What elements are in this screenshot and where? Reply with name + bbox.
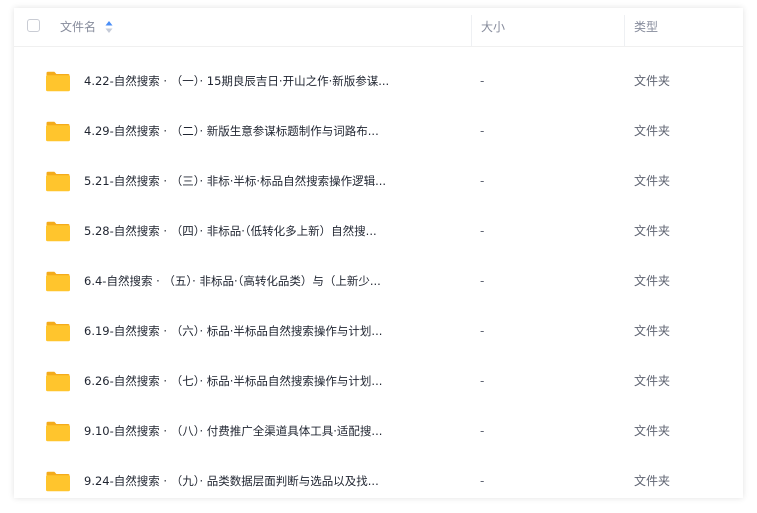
file-type: 文件夹 xyxy=(634,224,671,238)
file-size: - xyxy=(480,274,485,288)
file-row[interactable]: 5.21-自然搜索 · （三）· 非标·半标·标品自然搜索操作逻辑... - 文… xyxy=(14,156,743,206)
file-type: 文件夹 xyxy=(634,324,671,338)
file-type: 文件夹 xyxy=(634,424,671,438)
column-divider[interactable] xyxy=(471,15,472,46)
select-all-checkbox[interactable] xyxy=(27,19,40,32)
column-header-type[interactable]: 类型 xyxy=(634,8,658,46)
file-size: - xyxy=(480,324,485,338)
folder-icon xyxy=(46,371,70,392)
folder-icon xyxy=(46,271,70,292)
file-row[interactable]: 9.24-自然搜索 · （九）· 品类数据层面判断与选品以及找... - 文件夹 xyxy=(14,456,743,498)
file-name[interactable]: 9.10-自然搜索 · （八）· 付费推广全渠道具体工具·适配搜... xyxy=(84,406,382,456)
file-name[interactable]: 4.22-自然搜索 · （一）· 15期良辰吉日·开山之作·新版参谋... xyxy=(84,56,389,106)
file-type: 文件夹 xyxy=(634,74,671,88)
file-size: - xyxy=(480,124,485,138)
file-size: - xyxy=(480,374,485,388)
file-name[interactable]: 6.4-自然搜索 · （五）· 非标品·（高转化品类）与（上新少... xyxy=(84,256,381,306)
file-name[interactable]: 9.24-自然搜索 · （九）· 品类数据层面判断与选品以及找... xyxy=(84,456,379,498)
folder-icon xyxy=(46,421,70,442)
file-size: - xyxy=(480,474,485,488)
column-header-size[interactable]: 大小 xyxy=(481,8,505,46)
file-type: 文件夹 xyxy=(634,474,671,488)
folder-icon xyxy=(46,221,70,242)
file-size: - xyxy=(480,224,485,238)
file-type: 文件夹 xyxy=(634,174,671,188)
file-row[interactable]: 5.28-自然搜索 · （四）· 非标品·（低转化多上新）自然搜... - 文件… xyxy=(14,206,743,256)
file-size: - xyxy=(480,174,485,188)
file-type: 文件夹 xyxy=(634,124,671,138)
table-header: 文件名 大小 类型 xyxy=(14,8,743,47)
file-size: - xyxy=(480,424,485,438)
file-name[interactable]: 6.19-自然搜索 · （六）· 标品·半标品自然搜索操作与计划... xyxy=(84,306,382,356)
folder-icon xyxy=(46,321,70,342)
column-header-name[interactable]: 文件名 xyxy=(60,8,96,46)
file-name[interactable]: 6.26-自然搜索 · （七）· 标品·半标品自然搜索操作与计划... xyxy=(84,356,382,406)
file-type: 文件夹 xyxy=(634,374,671,388)
file-size: - xyxy=(480,74,485,88)
folder-icon xyxy=(46,471,70,492)
file-row[interactable]: 6.26-自然搜索 · （七）· 标品·半标品自然搜索操作与计划... - 文件… xyxy=(14,356,743,406)
file-name[interactable]: 5.28-自然搜索 · （四）· 非标品·（低转化多上新）自然搜... xyxy=(84,206,377,256)
file-row[interactable]: 9.10-自然搜索 · （八）· 付费推广全渠道具体工具·适配搜... - 文件… xyxy=(14,406,743,456)
folder-icon xyxy=(46,121,70,142)
sort-icon[interactable] xyxy=(105,20,113,34)
file-name[interactable]: 4.29-自然搜索 · （二）· 新版生意参谋标题制作与词路布... xyxy=(84,106,379,156)
folder-icon xyxy=(46,71,70,92)
file-row[interactable]: 6.19-自然搜索 · （六）· 标品·半标品自然搜索操作与计划... - 文件… xyxy=(14,306,743,356)
folder-icon xyxy=(46,171,70,192)
column-divider[interactable] xyxy=(624,15,625,46)
file-row[interactable]: 4.29-自然搜索 · （二）· 新版生意参谋标题制作与词路布... - 文件夹 xyxy=(14,106,743,156)
file-list-panel: 文件名 大小 类型 4.22-自然搜索 · （一）· 15期良辰吉日·开山之作·… xyxy=(14,8,743,498)
file-name[interactable]: 5.21-自然搜索 · （三）· 非标·半标·标品自然搜索操作逻辑... xyxy=(84,156,386,206)
file-row[interactable]: 6.4-自然搜索 · （五）· 非标品·（高转化品类）与（上新少... - 文件… xyxy=(14,256,743,306)
file-type: 文件夹 xyxy=(634,274,671,288)
file-row[interactable]: 4.22-自然搜索 · （一）· 15期良辰吉日·开山之作·新版参谋... - … xyxy=(14,56,743,106)
